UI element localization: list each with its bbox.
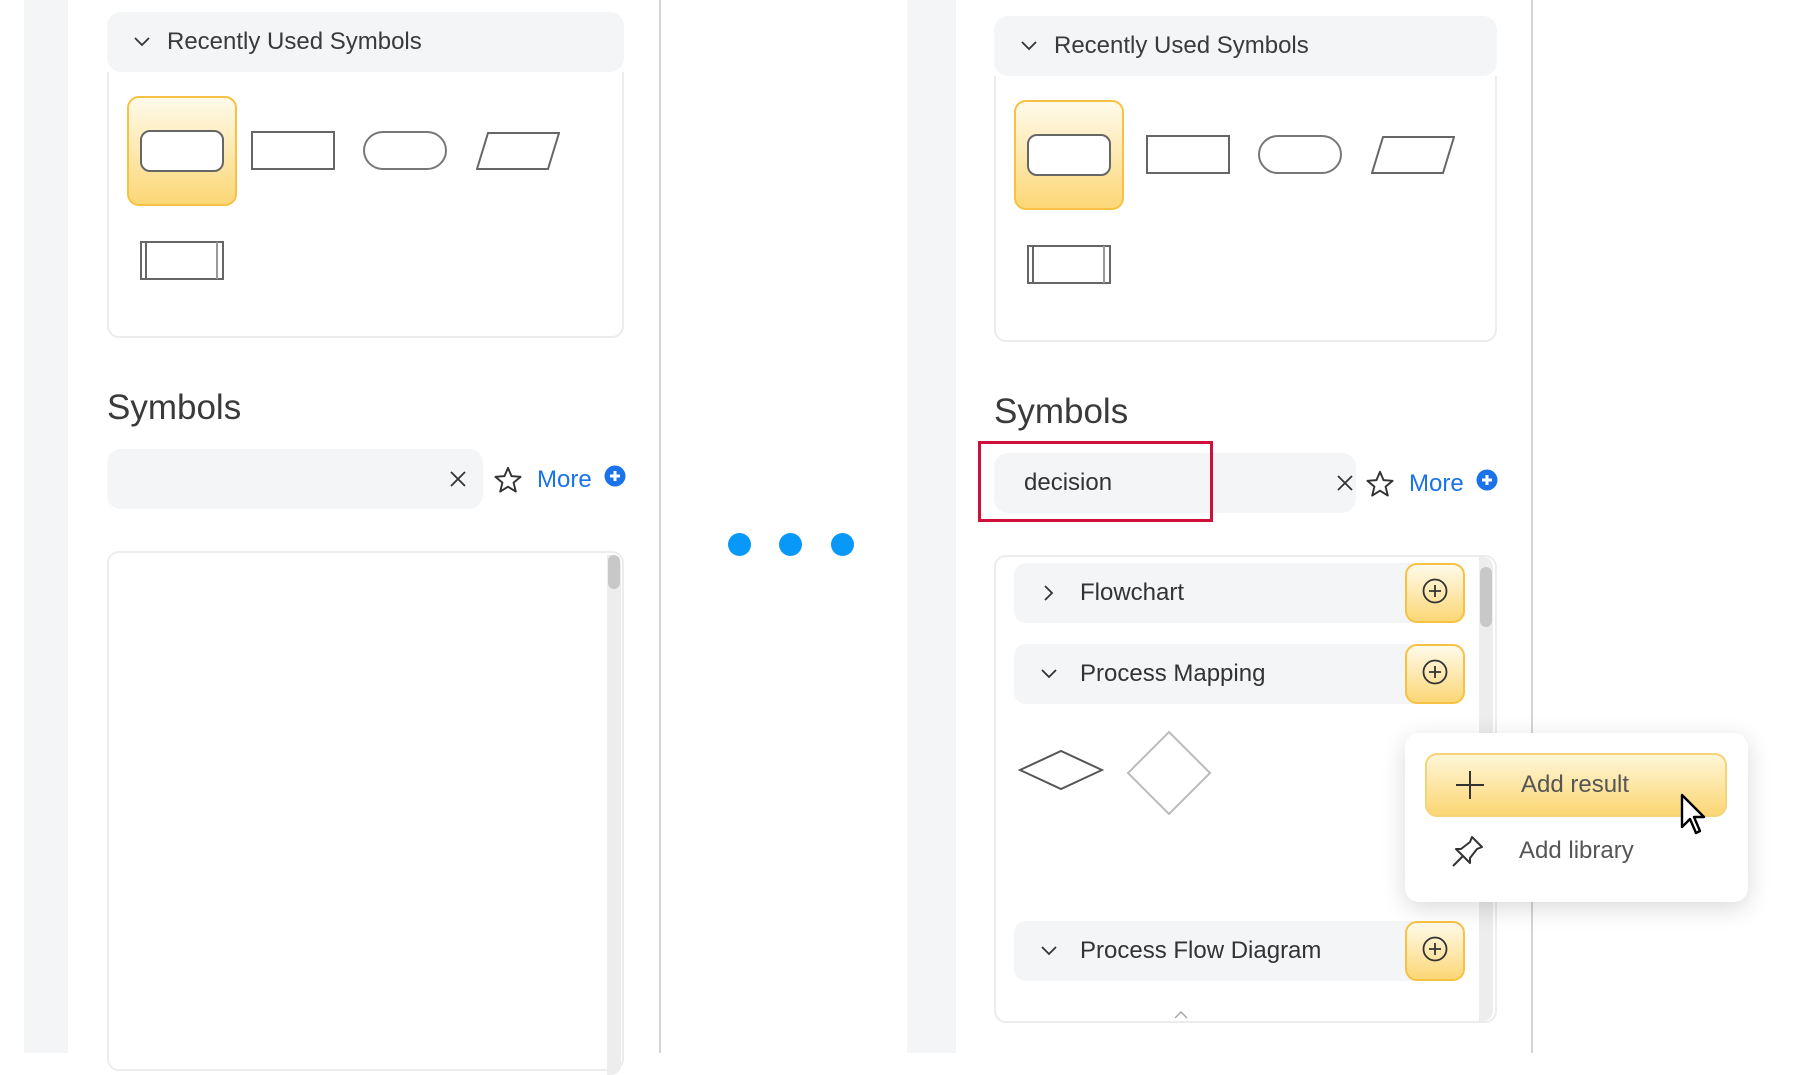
left-panel-divider <box>659 0 661 1053</box>
more-label: More <box>537 465 592 493</box>
chevron-down-icon <box>131 31 153 53</box>
results-scrollbar-thumb[interactable] <box>608 555 620 589</box>
ellipsis-dot <box>831 533 854 556</box>
right-gutter <box>907 0 956 1053</box>
add-library-button[interactable] <box>1405 921 1465 981</box>
plus-circle-icon <box>1422 936 1448 967</box>
recent-symbols-header[interactable]: Recently Used Symbols <box>107 12 624 72</box>
plus-circle-icon <box>1422 659 1448 690</box>
symbol-rounded-rectangle[interactable] <box>1014 100 1124 210</box>
symbol-terminator[interactable] <box>350 96 460 206</box>
symbol-results-list <box>107 551 624 1071</box>
left-gutter <box>24 0 68 1053</box>
symbol-predefined-process[interactable] <box>1014 210 1124 320</box>
library-row-process-mapping[interactable]: Process Mapping <box>1014 644 1465 704</box>
menu-item-label: Add library <box>1519 837 1634 864</box>
chevron-down-icon <box>1038 663 1060 685</box>
menu-item-label: Add result <box>1521 771 1630 798</box>
mouse-cursor-icon <box>1680 793 1706 842</box>
plus-circle-icon <box>604 465 626 494</box>
clear-search-icon[interactable] <box>1336 468 1354 498</box>
search-highlight-box <box>978 441 1213 522</box>
more-button[interactable]: More <box>1409 469 1498 498</box>
symbol-decision-diamond[interactable] <box>1126 730 1212 821</box>
symbol-decision-flat[interactable] <box>1017 748 1105 797</box>
pin-icon <box>1451 834 1485 868</box>
add-library-button[interactable] <box>1405 644 1465 704</box>
results-scrollbar-thumb[interactable] <box>1480 567 1492 627</box>
library-label: Process Flow Diagram <box>1080 937 1322 964</box>
recent-symbols-header[interactable]: Recently Used Symbols <box>994 16 1497 76</box>
symbols-title: Symbols <box>107 388 242 427</box>
symbol-search-input[interactable] <box>107 464 449 494</box>
ellipsis-dot <box>728 533 751 556</box>
ellipsis-dot <box>779 533 802 556</box>
symbol-terminator[interactable] <box>1245 100 1355 210</box>
add-library-button[interactable] <box>1405 563 1465 623</box>
library-label: Flowchart <box>1080 579 1185 606</box>
symbol-search-field[interactable] <box>107 449 483 509</box>
chevron-up-icon <box>1174 1006 1188 1024</box>
more-button[interactable]: More <box>537 465 626 494</box>
symbol-rounded-rectangle[interactable] <box>127 96 237 206</box>
symbol-rectangle[interactable] <box>1133 100 1243 210</box>
chevron-right-icon <box>1038 582 1060 604</box>
library-label: Process Mapping <box>1080 660 1266 687</box>
results-scrollbar-track[interactable] <box>607 555 621 1075</box>
star-icon[interactable] <box>493 466 523 499</box>
star-icon[interactable] <box>1365 470 1395 503</box>
chevron-down-icon <box>1018 35 1040 57</box>
symbol-rectangle[interactable] <box>238 96 348 206</box>
symbol-parallelogram[interactable] <box>1358 100 1468 210</box>
recent-symbols-label: Recently Used Symbols <box>167 28 422 55</box>
library-row-process-flow-diagram[interactable]: Process Flow Diagram <box>1014 921 1465 981</box>
symbols-title: Symbols <box>994 392 1129 431</box>
symbol-predefined-process[interactable] <box>127 206 237 316</box>
clear-search-icon[interactable] <box>449 464 467 494</box>
symbol-parallelogram[interactable] <box>463 96 573 206</box>
chevron-down-icon <box>1038 940 1060 962</box>
recent-symbols-label: Recently Used Symbols <box>1054 32 1309 59</box>
library-row-flowchart[interactable]: Flowchart <box>1014 563 1465 623</box>
more-label: More <box>1409 469 1464 497</box>
plus-icon <box>1453 768 1487 802</box>
plus-circle-icon <box>1422 578 1448 609</box>
plus-circle-icon <box>1476 469 1498 498</box>
